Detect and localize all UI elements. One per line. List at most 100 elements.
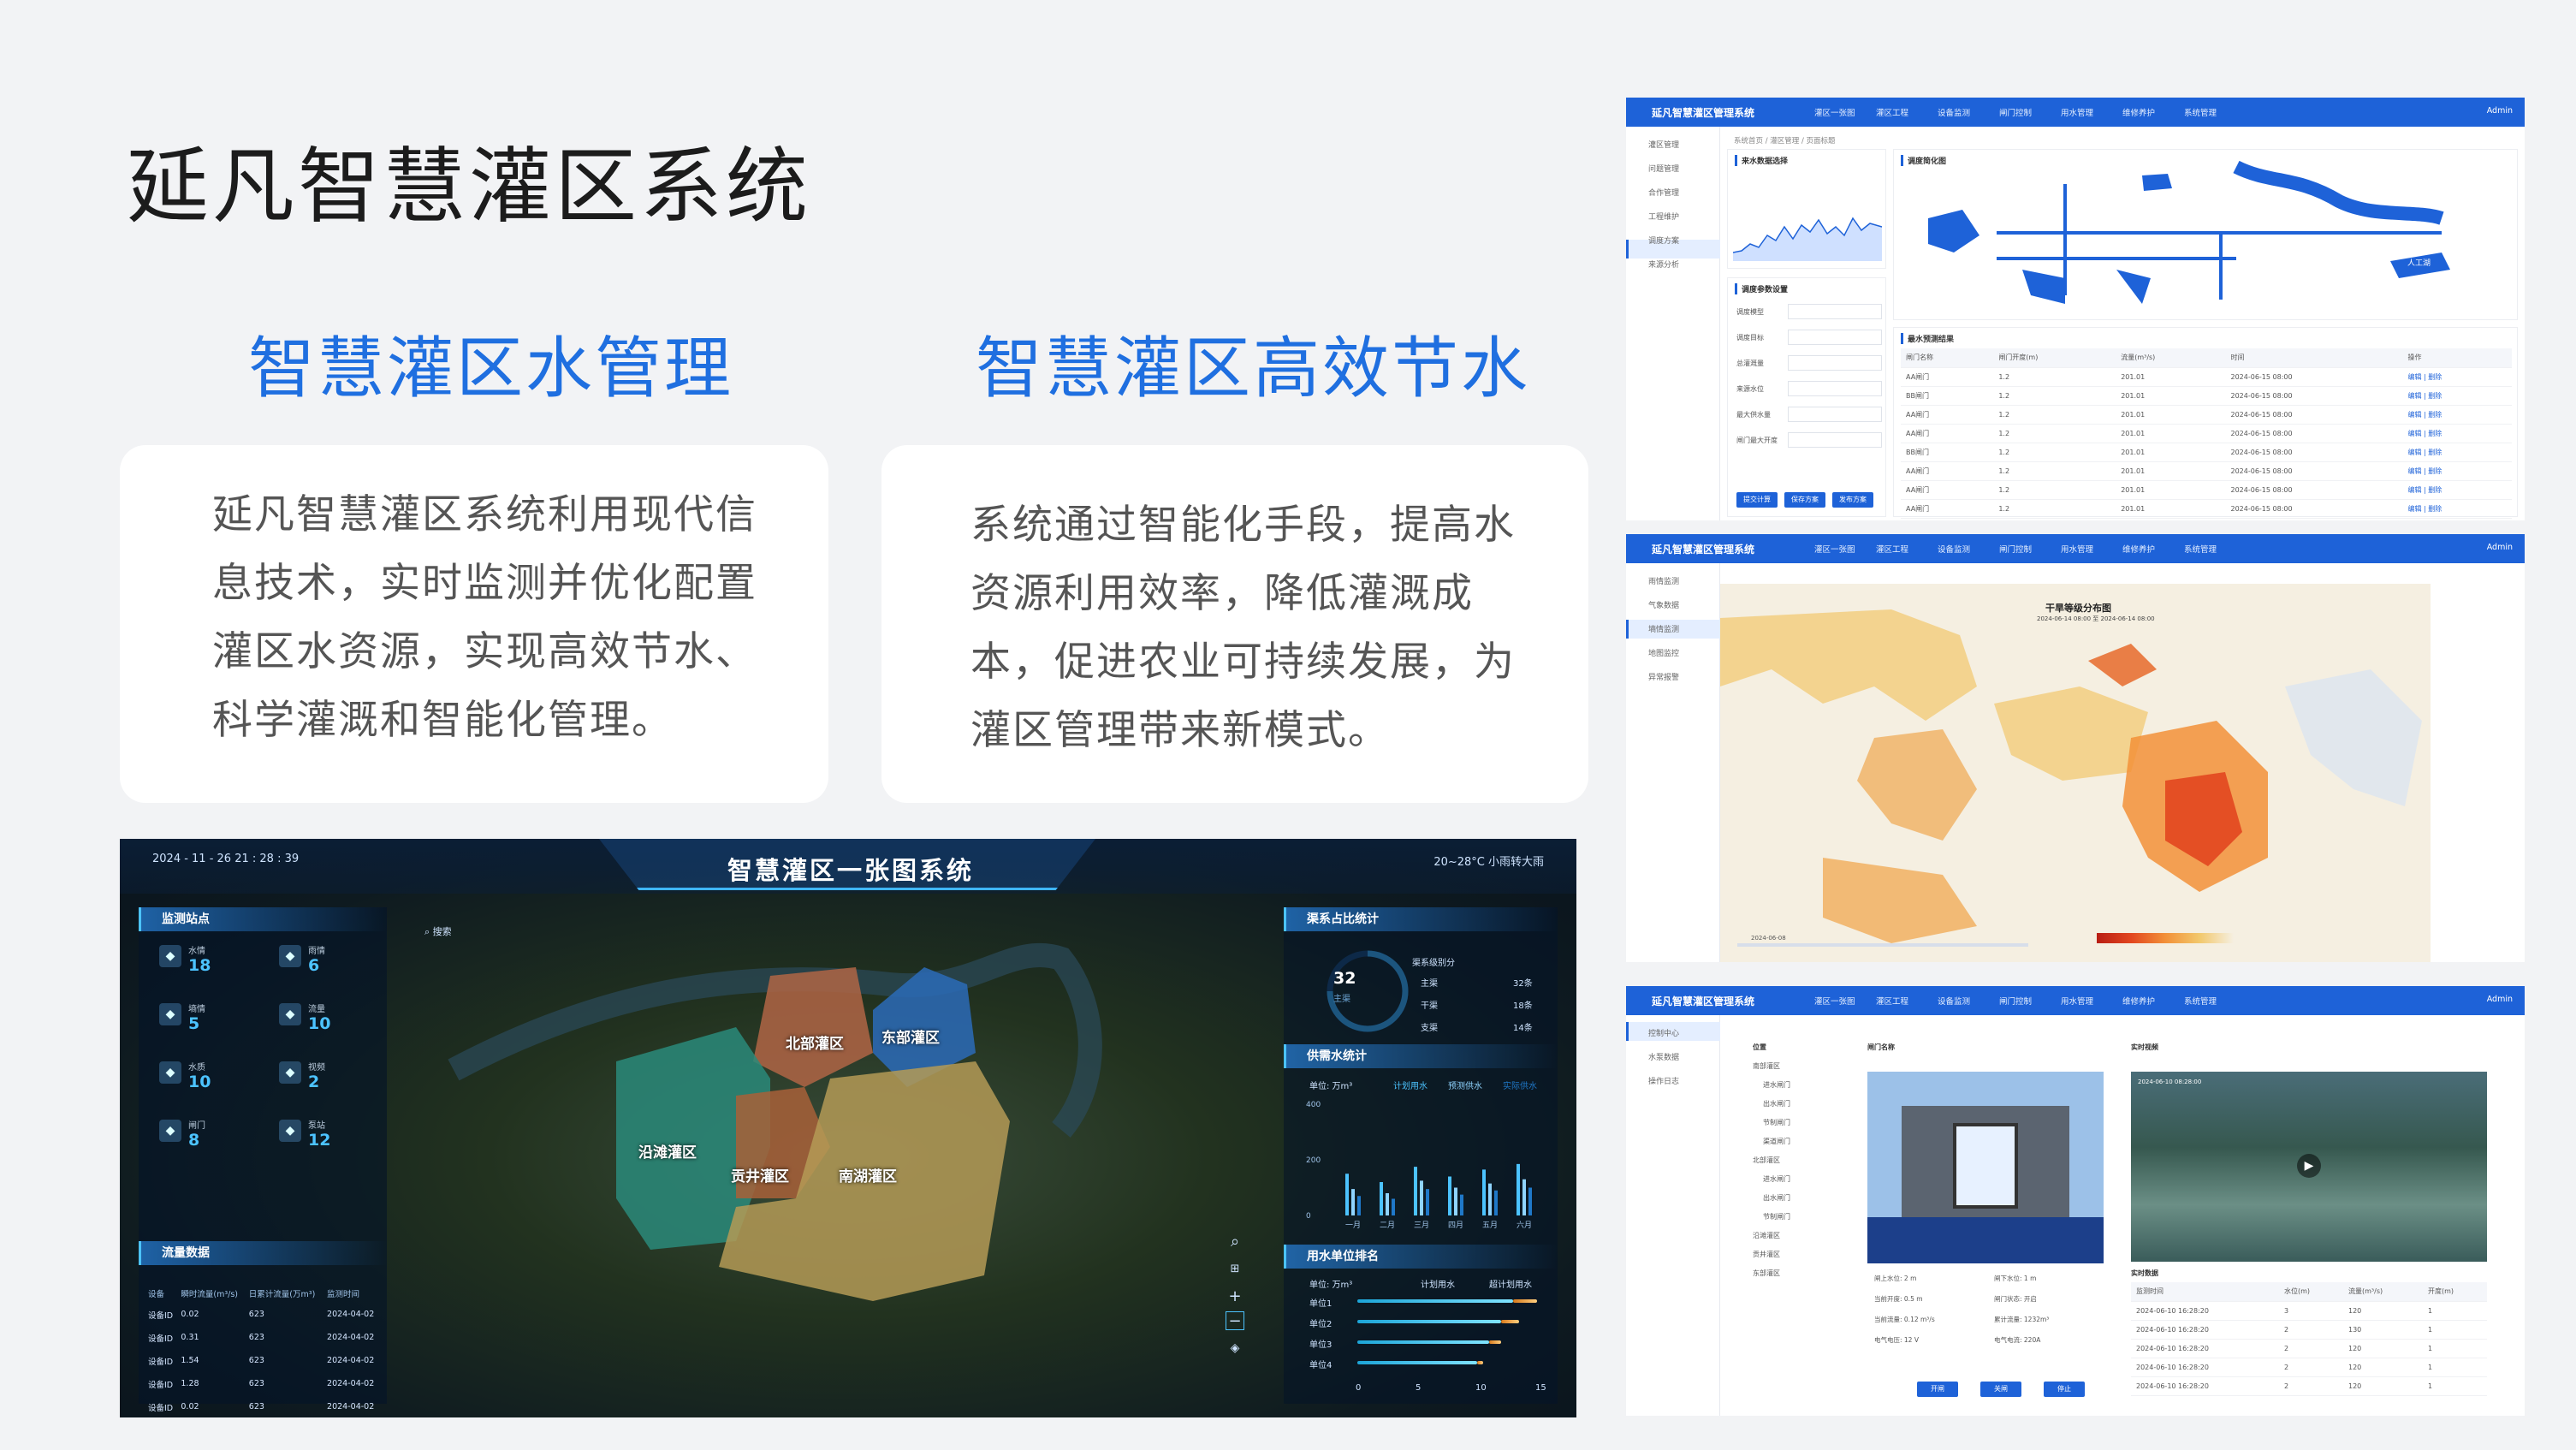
nav-item[interactable]: 维修养护 <box>2122 995 2155 1007</box>
admin-menu[interactable]: Admin <box>2487 995 2513 1004</box>
station-soil[interactable]: ◆ 墒情 5 <box>159 1001 205 1033</box>
sidebar-item[interactable]: 雨情监测 <box>1648 575 1679 586</box>
gate-control-button[interactable]: 停止 <box>2044 1382 2085 1397</box>
row-actions[interactable]: 编辑 | 删除 <box>2402 424 2512 443</box>
tree-node[interactable]: 北部灌区 <box>1753 1156 1780 1165</box>
station-quality[interactable]: ◆ 水质 10 <box>159 1060 211 1091</box>
nav-item[interactable]: 系统管理 <box>2184 106 2217 118</box>
nav-item[interactable]: 灌区工程 <box>1876 543 1908 555</box>
nav-item[interactable]: 灌区一张图 <box>1814 106 1855 118</box>
nav-item[interactable]: 系统管理 <box>2184 995 2217 1007</box>
sidebar-item[interactable]: 工程维护 <box>1648 211 1679 222</box>
nav-item[interactable]: 灌区工程 <box>1876 995 1908 1007</box>
form-input[interactable] <box>1788 381 1882 396</box>
layers-icon[interactable]: ◈ <box>1226 1339 1244 1358</box>
nav-item[interactable]: 用水管理 <box>2061 995 2093 1007</box>
nav-item[interactable]: 闸门控制 <box>1999 106 2032 118</box>
nav-item[interactable]: 用水管理 <box>2061 543 2093 555</box>
zone-label-east[interactable]: 东部灌区 <box>881 1025 940 1047</box>
sidebar-item[interactable]: 异常报警 <box>1648 671 1679 682</box>
sidebar-item[interactable]: 地图监控 <box>1648 647 1679 658</box>
row-actions[interactable]: 编辑 | 删除 <box>2402 405 2512 425</box>
zone-label-north[interactable]: 北部灌区 <box>786 1031 844 1053</box>
tree-node[interactable]: 贡井灌区 <box>1753 1250 1780 1259</box>
gate-control-button[interactable]: 关闸 <box>1980 1382 2021 1397</box>
sidebar-item[interactable]: 墒情监测 <box>1648 623 1679 634</box>
north-zone-shape[interactable] <box>753 967 873 1087</box>
tree-node[interactable]: 出水闸门 <box>1763 1099 1790 1108</box>
nav-item[interactable]: 闸门控制 <box>1999 995 2032 1007</box>
station-gate[interactable]: ◆ 闸门 8 <box>159 1118 205 1150</box>
admin-menu[interactable]: Admin <box>2487 106 2513 116</box>
form-input[interactable] <box>1788 330 1882 345</box>
form-input[interactable] <box>1788 432 1882 448</box>
gate-status: 闸下水位: 1 m <box>1994 1275 2037 1282</box>
zone-label-nanhu[interactable]: 南湖灌区 <box>839 1164 897 1186</box>
nav-item[interactable]: 系统管理 <box>2184 543 2217 555</box>
map-search[interactable]: ⌕ 搜索 <box>424 924 452 938</box>
gate-control-button[interactable]: 开闸 <box>1917 1382 1958 1397</box>
tree-node[interactable]: 渠道闸门 <box>1763 1137 1790 1146</box>
station-pump[interactable]: ◆ 泵站 12 <box>279 1118 330 1150</box>
tree-node[interactable]: 出水闸门 <box>1763 1193 1790 1203</box>
sidebar-item[interactable]: 来源分析 <box>1648 259 1679 270</box>
form-input[interactable] <box>1788 355 1882 371</box>
station-video[interactable]: ◆ 视频 2 <box>279 1060 325 1091</box>
form-button[interactable]: 保存方案 <box>1784 492 1825 508</box>
play-icon[interactable]: ▶ <box>2297 1154 2321 1178</box>
sidebar-item[interactable]: 合作管理 <box>1648 187 1679 198</box>
sidebar-item[interactable]: 调度方案 <box>1648 235 1679 246</box>
form-input[interactable] <box>1788 407 1882 422</box>
timeline-slider[interactable] <box>1737 943 2028 947</box>
sidebar-item[interactable]: 控制中心 <box>1648 1027 1679 1038</box>
form-input[interactable] <box>1788 304 1882 319</box>
map-search-icon[interactable]: ⌕ <box>1226 1233 1244 1251</box>
row-actions[interactable]: 编辑 | 删除 <box>2402 367 2512 387</box>
row-actions[interactable]: 编辑 | 删除 <box>2402 443 2512 462</box>
nav-item[interactable]: 设备监测 <box>1938 106 1970 118</box>
nav-item[interactable]: 灌区工程 <box>1876 106 1908 118</box>
zone-label-yantan[interactable]: 沿滩灌区 <box>638 1140 697 1162</box>
table-cell: 2024-06-15 08:00 <box>2225 443 2403 462</box>
supply-chart: 400 200 0 一月 二月 三月 四月 五月 六月 <box>1306 1101 1532 1230</box>
row-actions[interactable]: 编辑 | 删除 <box>2402 386 2512 406</box>
nav-item[interactable]: 灌区一张图 <box>1814 543 1855 555</box>
table-cell: 2024-06-15 08:00 <box>2225 424 2403 443</box>
map-fit-icon[interactable]: ⊞ <box>1226 1260 1244 1279</box>
nav-item[interactable]: 灌区一张图 <box>1814 995 1855 1007</box>
nav-item[interactable]: 设备监测 <box>1938 995 1970 1007</box>
form-button[interactable]: 发布方案 <box>1832 492 1873 508</box>
supply-bar <box>1517 1163 1520 1215</box>
nav-item[interactable]: 用水管理 <box>2061 106 2093 118</box>
drought-map[interactable]: 干旱等级分布图 2024-06-14 08:00 至 2024-06-14 08… <box>1720 584 2431 962</box>
zoom-out-icon[interactable]: − <box>1226 1311 1244 1330</box>
form-button[interactable]: 提交计算 <box>1736 492 1778 508</box>
nav-item[interactable]: 设备监测 <box>1938 543 1970 555</box>
row-actions[interactable]: 编辑 | 删除 <box>2402 480 2512 500</box>
sidebar-item[interactable]: 操作日志 <box>1648 1075 1679 1086</box>
sidebar-item[interactable]: 灌区管理 <box>1648 139 1679 150</box>
station-flow[interactable]: ◆ 流量 10 <box>279 1001 330 1033</box>
tree-node[interactable]: 节制闸门 <box>1763 1212 1790 1221</box>
row-actions[interactable]: 编辑 | 删除 <box>2402 461 2512 481</box>
tree-node[interactable]: 东部灌区 <box>1753 1269 1780 1278</box>
station-rain[interactable]: ◆ 雨情 6 <box>279 943 325 975</box>
nav-item[interactable]: 维修养护 <box>2122 543 2155 555</box>
sidebar-item[interactable]: 问题管理 <box>1648 163 1679 174</box>
table-row: AA闸门 1.2 201.01 2024-06-15 08:00 编辑 | 删除 <box>1901 367 2512 387</box>
sidebar-item[interactable]: 气象数据 <box>1648 599 1679 610</box>
station-water[interactable]: ◆ 水情 18 <box>159 943 211 975</box>
zoom-in-icon[interactable]: + <box>1226 1287 1244 1306</box>
sidebar-item[interactable]: 水泵数据 <box>1648 1051 1679 1062</box>
tree-node[interactable]: 进水闸门 <box>1763 1174 1790 1184</box>
video-player[interactable]: 2024-06-10 08:28:00 ▶ <box>2131 1072 2487 1262</box>
tree-node[interactable]: 南部灌区 <box>1753 1061 1780 1071</box>
nav-item[interactable]: 闸门控制 <box>1999 543 2032 555</box>
admin-menu[interactable]: Admin <box>2487 543 2513 552</box>
tree-node[interactable]: 节制闸门 <box>1763 1118 1790 1127</box>
tree-node[interactable]: 沿滩灌区 <box>1753 1231 1780 1240</box>
tree-node[interactable]: 进水闸门 <box>1763 1080 1790 1090</box>
nav-item[interactable]: 维修养护 <box>2122 106 2155 118</box>
row-actions[interactable]: 编辑 | 删除 <box>2402 499 2512 519</box>
zone-label-gongjing[interactable]: 贡井灌区 <box>731 1164 789 1186</box>
